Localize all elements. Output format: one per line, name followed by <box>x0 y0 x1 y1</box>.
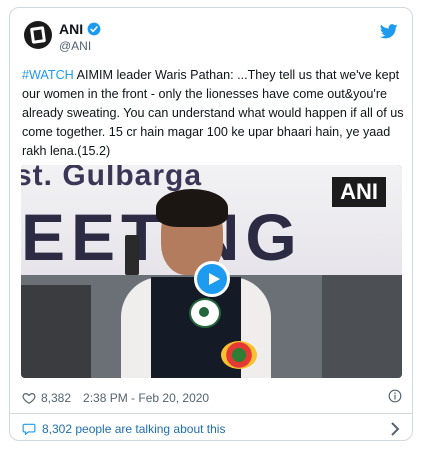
speech-bubble-icon <box>22 423 36 436</box>
podium-logo-icon <box>189 298 221 328</box>
info-icon[interactable] <box>388 389 402 403</box>
ani-watermark: ANI <box>332 177 386 207</box>
heart-icon[interactable] <box>22 391 36 405</box>
tweet-timestamp[interactable]: 2:38 PM - Feb 20, 2020 <box>83 391 209 405</box>
account-name[interactable]: ANI <box>59 21 83 37</box>
twitter-bird-icon[interactable] <box>380 24 398 39</box>
divider <box>10 413 412 414</box>
account-handle[interactable]: @ANI <box>59 39 91 53</box>
chevron-right-icon[interactable] <box>390 422 400 436</box>
tweet-text: #WATCH AIMIM leader Waris Pathan: ...The… <box>22 66 406 161</box>
tweet-card: ANI @ANI #WATCH AIMIM leader Waris Patha… <box>9 7 413 441</box>
speaker-hair <box>156 189 228 227</box>
flower-garland <box>221 341 257 369</box>
tweet-body: AIMIM leader Waris Pathan: ...They tell … <box>22 68 404 158</box>
like-count[interactable]: 8,382 <box>41 391 71 405</box>
avatar[interactable] <box>24 21 52 49</box>
talking-count-text[interactable]: 8,302 people are talking about this <box>42 422 225 436</box>
video-player[interactable]: st. Gulbarga EETING ANI <box>21 165 402 378</box>
conversation-link[interactable]: 8,302 people are talking about this <box>22 419 406 439</box>
tweet-meta: 8,382 2:38 PM - Feb 20, 2020 <box>22 389 406 407</box>
play-button[interactable] <box>194 261 230 297</box>
play-icon <box>208 273 220 285</box>
crowd-right <box>322 275 402 378</box>
account-name-row[interactable]: ANI <box>59 21 101 37</box>
handheld-device <box>125 235 139 275</box>
crowd-left <box>21 285 91 378</box>
verified-badge-icon <box>87 22 101 36</box>
banner-text-location: st. Gulbarga <box>21 165 203 192</box>
hashtag-link[interactable]: #WATCH <box>22 68 74 82</box>
ani-logo-icon <box>29 26 47 44</box>
